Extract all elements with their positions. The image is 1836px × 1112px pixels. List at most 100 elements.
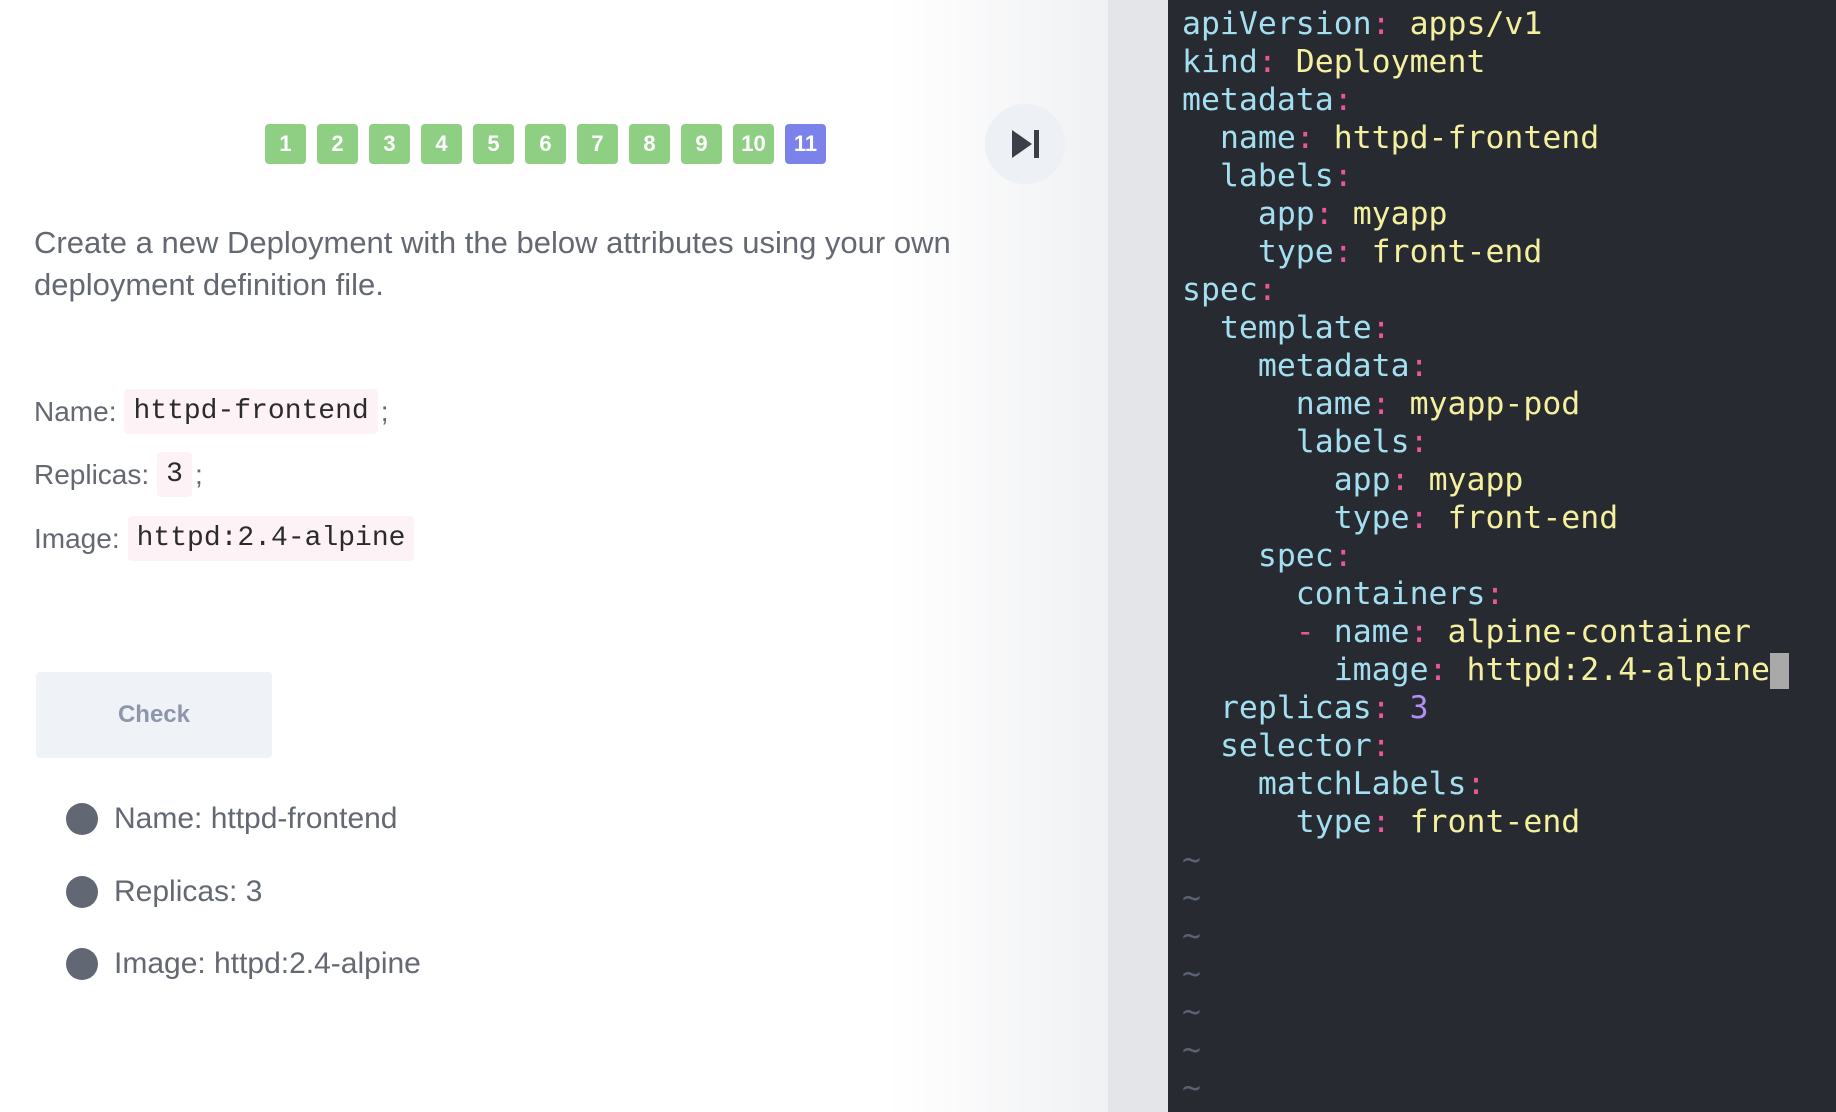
status-dot-icon (66, 948, 98, 980)
status-dot-icon (66, 876, 98, 908)
yaml-value: front-end (1447, 500, 1619, 536)
code-line[interactable]: name: myapp-pod (1182, 385, 1580, 423)
attribute-replicas-label: Replicas: (34, 458, 150, 490)
code-line[interactable]: - name: alpine-container (1182, 613, 1751, 651)
question-button-9[interactable]: 9 (681, 124, 722, 164)
code-editor[interactable]: apiVersion: apps/v1 kind: Deployment metad… (1168, 0, 1836, 1112)
yaml-key: type (1295, 804, 1372, 840)
yaml-key: name (1333, 614, 1410, 650)
yaml-key: kind (1182, 44, 1258, 80)
question-panel: 1 2 3 4 5 6 7 8 9 10 11 Create a new Deployment wi… (0, 0, 1108, 1112)
status-dot-icon (66, 803, 98, 835)
empty-line-tilde: ~ (1182, 1070, 1201, 1106)
code-line[interactable]: app: myapp (1182, 195, 1448, 233)
yaml-colon: : (1257, 44, 1277, 80)
code-line[interactable]: labels: (1182, 423, 1429, 461)
code-line[interactable]: replicas: 3 (1182, 689, 1429, 727)
attribute-name-row: Name: httpd-frontend ; (34, 389, 389, 434)
question-button-2[interactable]: 2 (317, 124, 358, 164)
yaml-key: name (1295, 386, 1372, 422)
yaml-colon: : (1485, 576, 1505, 612)
code-line[interactable]: labels: (1182, 157, 1353, 195)
question-button-5[interactable]: 5 (473, 124, 514, 164)
check-button[interactable]: Check (36, 672, 272, 758)
attribute-replicas-suffix: ; (194, 458, 203, 490)
skip-next-button[interactable] (985, 104, 1065, 184)
yaml-list-dash: - (1295, 614, 1334, 650)
attribute-name-value: httpd-frontend (124, 389, 378, 434)
code-line[interactable]: metadata: (1182, 81, 1353, 119)
code-line[interactable]: kind: Deployment (1182, 43, 1485, 81)
code-line[interactable]: apiVersion: apps/v1 (1182, 5, 1542, 43)
yaml-key: labels (1219, 158, 1334, 194)
yaml-colon: : (1371, 728, 1391, 764)
question-button-1[interactable]: 1 (265, 124, 306, 164)
code-line[interactable]: containers: (1182, 575, 1505, 613)
panel-divider[interactable] (1108, 0, 1168, 1112)
question-button-4[interactable]: 4 (421, 124, 462, 164)
code-line[interactable]: type: front-end (1182, 233, 1542, 271)
yaml-key: template (1219, 310, 1372, 346)
code-line[interactable]: app: myapp (1182, 461, 1524, 499)
check-item: Image: httpd:2.4-alpine (66, 947, 421, 981)
yaml-colon: : (1409, 424, 1429, 460)
code-line[interactable]: spec: (1182, 537, 1353, 575)
yaml-value: front-end (1409, 804, 1581, 840)
code-line[interactable]: matchLabels: (1182, 765, 1486, 803)
question-button-6[interactable]: 6 (525, 124, 566, 164)
yaml-key: spec (1182, 272, 1258, 308)
check-item-text: Name: httpd-frontend (114, 802, 398, 835)
code-line[interactable]: metadata: (1182, 347, 1429, 385)
empty-line-tilde: ~ (1182, 880, 1201, 916)
code-line[interactable]: type: front-end (1182, 499, 1618, 537)
yaml-colon: : (1314, 196, 1334, 232)
question-button-11[interactable]: 11 (785, 124, 826, 164)
yaml-colon: : (1333, 82, 1353, 118)
yaml-colon: : (1333, 538, 1353, 574)
code-line[interactable]: spec: (1182, 271, 1277, 309)
code-line[interactable]: image: httpd:2.4-alpine (1182, 651, 1789, 689)
yaml-value: alpine-container (1447, 614, 1751, 650)
code-line[interactable]: name: httpd-frontend (1182, 119, 1599, 157)
question-button-7[interactable]: 7 (577, 124, 618, 164)
yaml-colon: : (1257, 272, 1277, 308)
code-line[interactable]: type: front-end (1182, 803, 1580, 841)
yaml-key: containers (1295, 576, 1486, 612)
yaml-key: metadata (1182, 82, 1334, 118)
yaml-value: 3 (1409, 690, 1429, 726)
yaml-colon: : (1371, 310, 1391, 346)
yaml-colon: : (1333, 158, 1353, 194)
yaml-colon: : (1409, 500, 1429, 536)
code-line[interactable]: template: (1182, 309, 1391, 347)
question-button-3[interactable]: 3 (369, 124, 410, 164)
yaml-colon: : (1371, 386, 1391, 422)
yaml-value: front-end (1371, 234, 1543, 270)
code-line[interactable]: selector: (1182, 727, 1391, 765)
attribute-name-label: Name: (34, 395, 117, 427)
yaml-colon: : (1333, 234, 1353, 270)
text-cursor (1769, 653, 1789, 689)
question-button-8[interactable]: 8 (629, 124, 670, 164)
question-button-10[interactable]: 10 (733, 124, 774, 164)
